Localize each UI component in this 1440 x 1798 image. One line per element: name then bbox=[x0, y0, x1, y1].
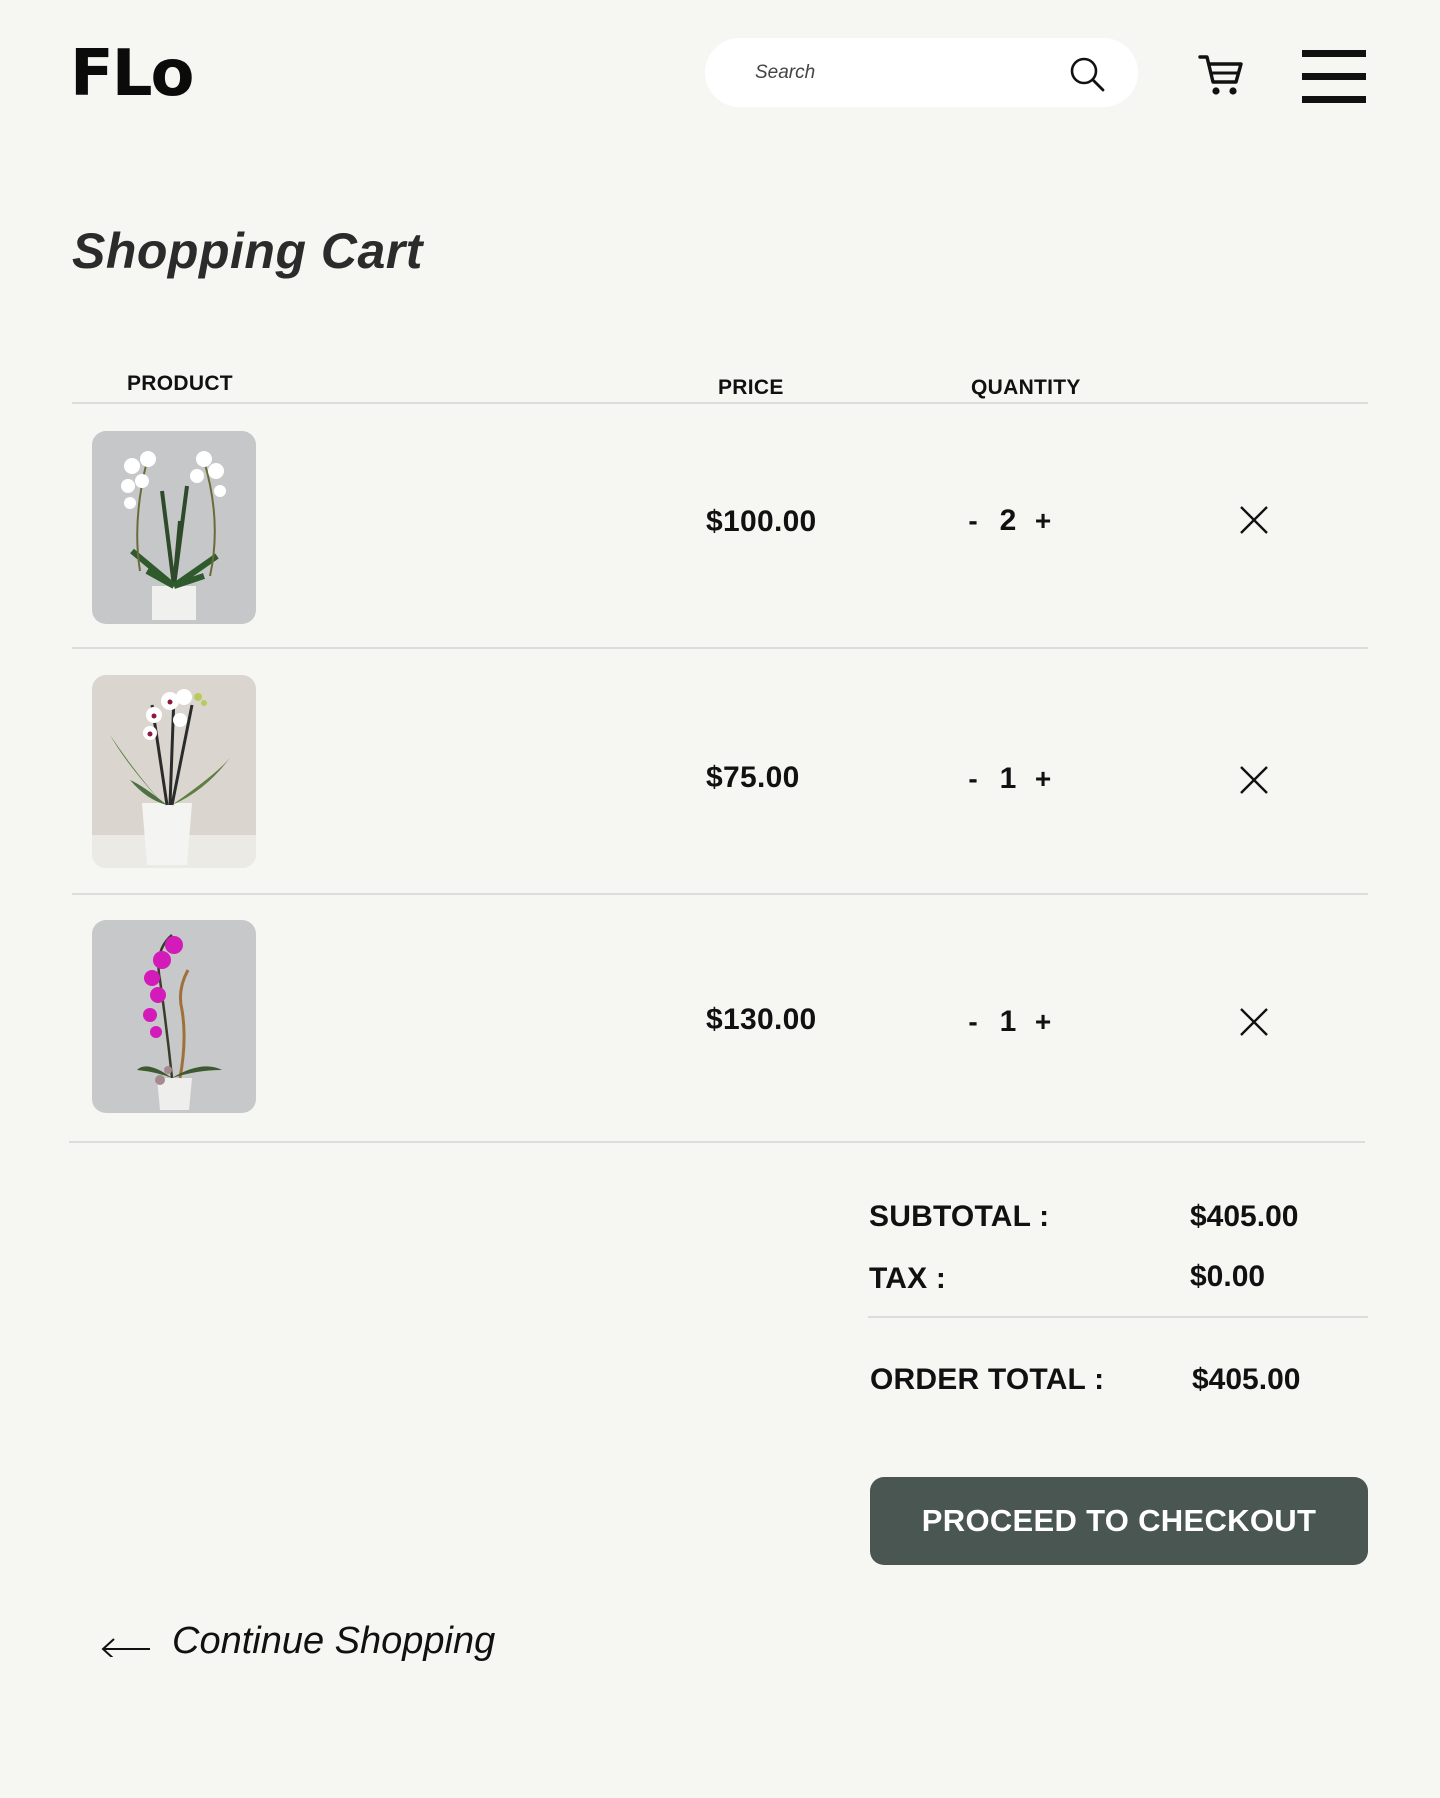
subtotal-label: SUBTOTAL : bbox=[869, 1200, 1050, 1233]
remove-item-icon[interactable] bbox=[1237, 763, 1271, 797]
order-total-label: ORDER TOTAL : bbox=[870, 1363, 1105, 1396]
menu-bar bbox=[1302, 96, 1366, 103]
divider bbox=[72, 402, 1368, 404]
search-bar bbox=[705, 38, 1138, 107]
tax-value: $0.00 bbox=[1190, 1260, 1266, 1293]
item-price: $100.00 bbox=[706, 505, 817, 538]
increase-quantity-button[interactable]: + bbox=[1028, 505, 1058, 537]
divider bbox=[72, 893, 1368, 895]
search-input[interactable] bbox=[753, 54, 1057, 92]
item-price: $75.00 bbox=[706, 761, 800, 794]
white-orchid-arrangement-image bbox=[92, 431, 256, 624]
decrease-quantity-button[interactable]: - bbox=[958, 1006, 988, 1038]
decrease-quantity-button[interactable]: - bbox=[958, 763, 988, 795]
continue-shopping-label: Continue Shopping bbox=[172, 1620, 496, 1662]
proceed-to-checkout-button[interactable]: PROCEED TO CHECKOUT bbox=[870, 1477, 1368, 1565]
product-image[interactable] bbox=[92, 431, 256, 624]
decrease-quantity-button[interactable]: - bbox=[958, 505, 988, 537]
page-title: Shopping Cart bbox=[72, 223, 423, 279]
logo[interactable]: FLo bbox=[70, 42, 194, 106]
tax-label: TAX : bbox=[869, 1262, 947, 1295]
divider bbox=[72, 647, 1368, 649]
divider bbox=[69, 1141, 1365, 1143]
remove-item-icon[interactable] bbox=[1237, 503, 1271, 537]
order-total-value: $405.00 bbox=[1192, 1363, 1301, 1396]
increase-quantity-button[interactable]: + bbox=[1028, 1006, 1058, 1038]
column-header-quantity: QUANTITY bbox=[971, 376, 1081, 399]
quantity-stepper: - 1 + bbox=[958, 762, 1058, 796]
product-image[interactable] bbox=[92, 675, 256, 868]
search-icon[interactable] bbox=[1068, 55, 1106, 93]
quantity-stepper: - 2 + bbox=[958, 504, 1058, 538]
subtotal-value: $405.00 bbox=[1190, 1200, 1299, 1233]
menu-bar bbox=[1302, 50, 1366, 57]
divider bbox=[868, 1316, 1368, 1318]
increase-quantity-button[interactable]: + bbox=[1028, 763, 1058, 795]
item-price: $130.00 bbox=[706, 1003, 817, 1036]
arrow-left-icon bbox=[101, 1637, 150, 1657]
cart-icon[interactable] bbox=[1198, 52, 1244, 98]
remove-item-icon[interactable] bbox=[1237, 1005, 1271, 1039]
quantity-value: 1 bbox=[999, 762, 1017, 795]
quantity-value: 2 bbox=[999, 504, 1017, 537]
quantity-value: 1 bbox=[999, 1005, 1017, 1038]
quantity-stepper: - 1 + bbox=[958, 1005, 1058, 1039]
menu-bar bbox=[1302, 73, 1366, 80]
white-orchid-potted-image bbox=[92, 675, 256, 868]
column-header-price: PRICE bbox=[718, 376, 784, 399]
column-header-product: PRODUCT bbox=[127, 372, 233, 395]
hamburger-menu-icon[interactable] bbox=[1302, 50, 1366, 104]
product-image[interactable] bbox=[92, 920, 256, 1113]
magenta-orchid-arrangement-image bbox=[92, 920, 256, 1113]
continue-shopping-link[interactable]: Continue Shopping bbox=[100, 1620, 495, 1663]
